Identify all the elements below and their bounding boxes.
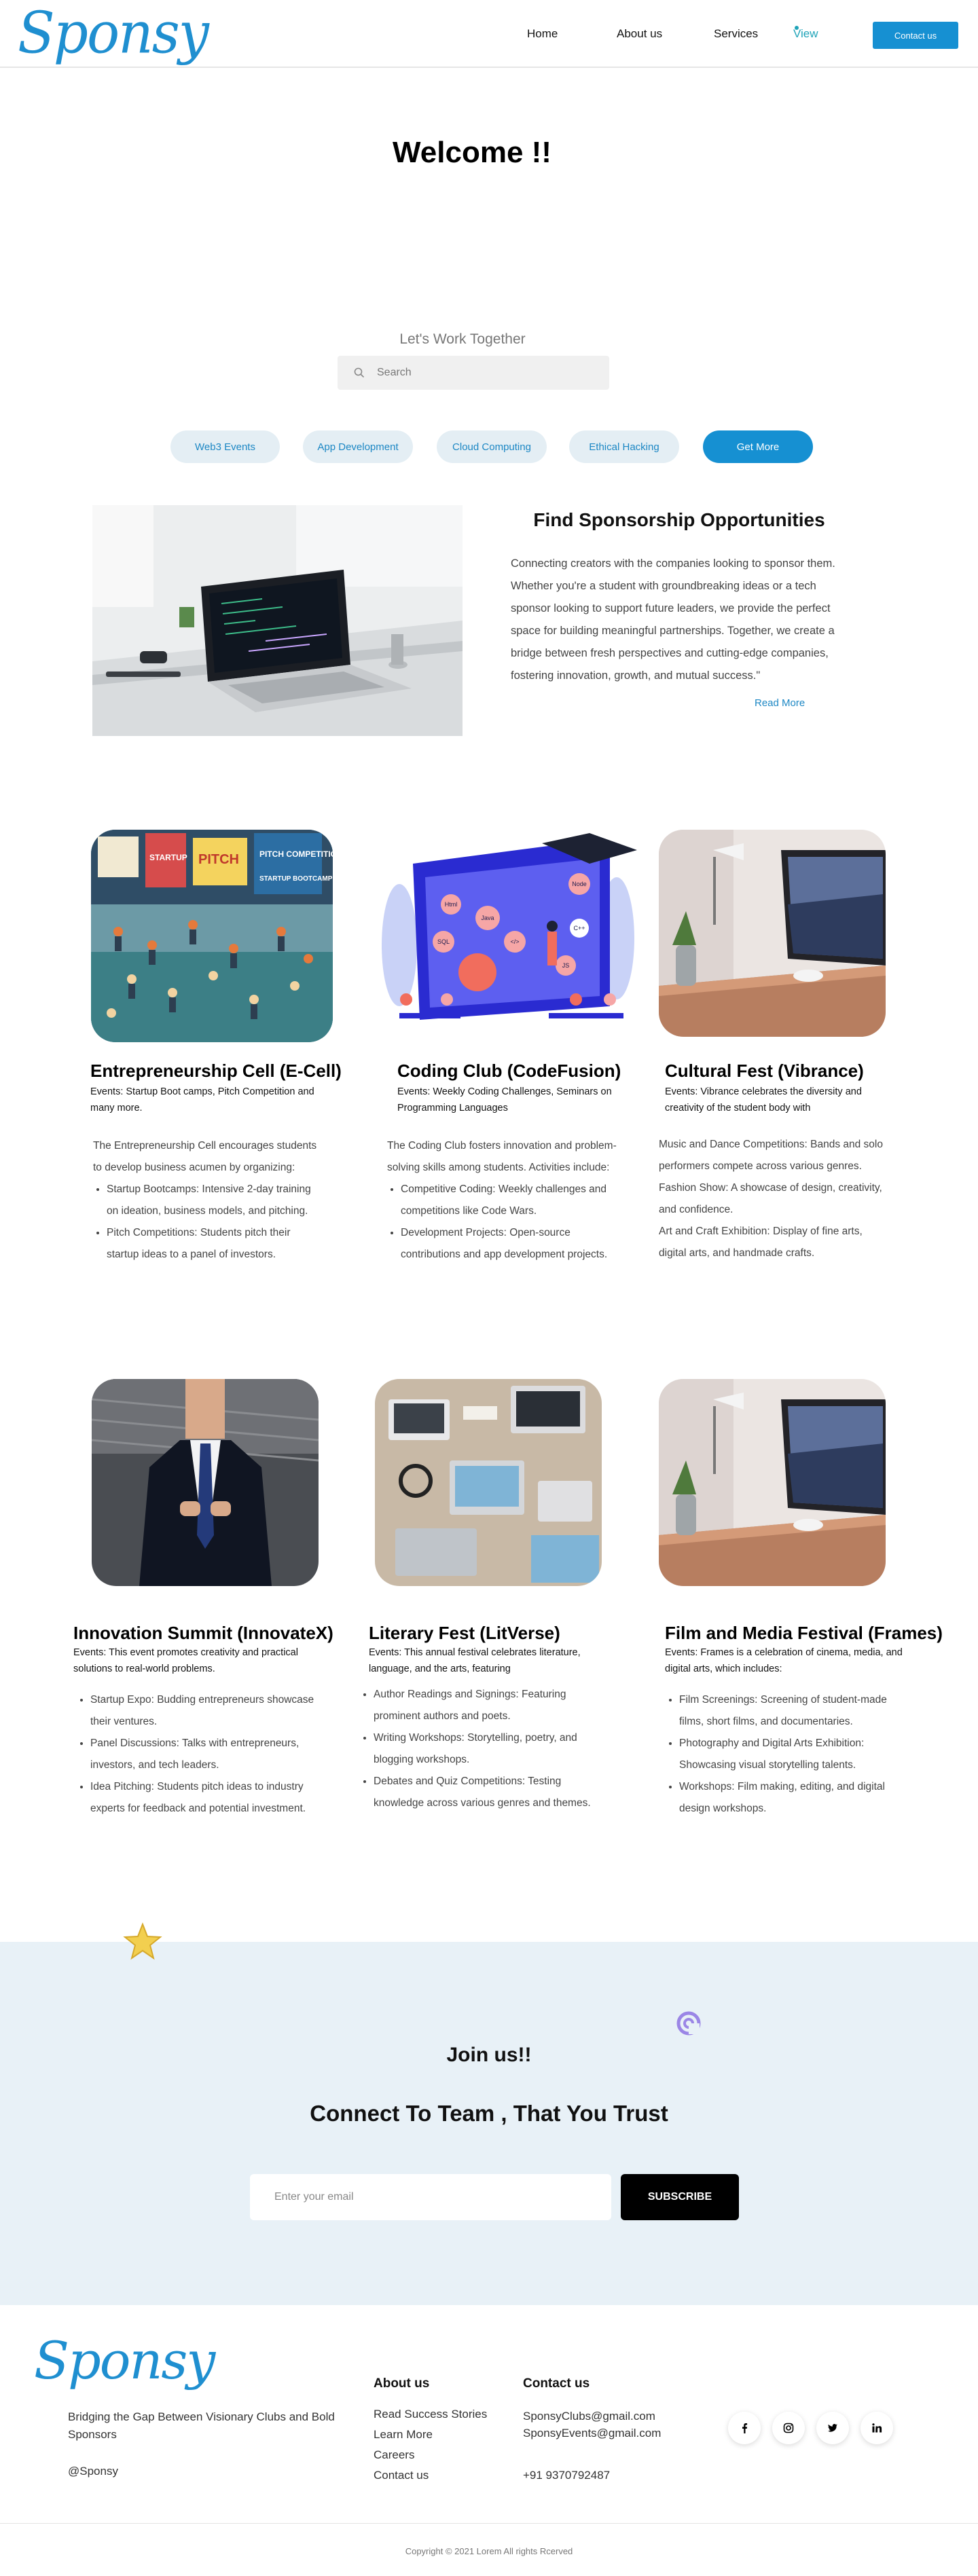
ecell-sign-startup-bootcamp: STARTUP BOOTCAMP — [259, 875, 333, 883]
ecell-sign-startup: STARTUP — [149, 853, 187, 862]
film-bullet-photography: Photography and Digital Arts Exhibition:… — [679, 1733, 903, 1776]
email-input[interactable] — [250, 2174, 611, 2220]
work-together-subtitle: Let's Work Together — [399, 331, 526, 347]
footer-link-learn-more[interactable]: Learn More — [374, 2428, 433, 2442]
coding-bubble-js: JS — [562, 962, 570, 969]
get-more-button[interactable]: Get More — [703, 430, 813, 463]
film-festival-events: Events: Frames is a celebration of cinem… — [665, 1647, 903, 1674]
coding-bubble-cpp: C++ — [573, 925, 585, 932]
copyright: Copyright © 2021 Lorem All rights Rcerve… — [405, 2546, 573, 2556]
cultural-para-music: Music and Dance Competitions: Bands and … — [659, 1139, 883, 1172]
ecell-bullet-bootcamps: Startup Bootcamps: Intensive 2-day train… — [107, 1179, 324, 1222]
film-festival-title: Film and Media Festival (Frames) — [665, 1623, 943, 1643]
coding-club-events: Events: Weekly Coding Challenges, Semina… — [397, 1086, 612, 1114]
nav-about-us[interactable]: About us — [617, 27, 662, 41]
search-input[interactable] — [377, 367, 594, 379]
cultural-fest-title: Cultural Fest (Vibrance) — [665, 1061, 864, 1081]
innovation-summit-image — [92, 1379, 319, 1586]
cultural-fest-description: Music and Dance Competitions: Bands and … — [659, 1134, 883, 1264]
coding-bubble-sql: SQL — [437, 938, 450, 945]
cultural-para-art: Art and Craft Exhibition: Display of fin… — [659, 1226, 863, 1259]
cultural-para-fashion: Fashion Show: A showcase of design, crea… — [659, 1182, 882, 1215]
laptop-desk-image — [92, 505, 463, 736]
site-header: Sponsy Home About us Services View Conta… — [0, 0, 978, 68]
ecell-sign-pitch: PITCH — [198, 852, 239, 867]
coding-club-description: The Coding Club fosters innovation and p… — [387, 1135, 618, 1266]
ecell-sign-pitch-competition: PITCH COMPETITION — [259, 849, 333, 859]
coding-club-intro: The Coding Club fosters innovation and p… — [387, 1140, 617, 1173]
film-festival-description: Film Screenings: Screening of student-ma… — [666, 1689, 903, 1820]
coding-bullet-competitive: Competitive Coding: Weekly challenges an… — [401, 1179, 618, 1222]
literary-fest-image — [375, 1379, 602, 1586]
footer-phone: +91 9370792487 — [523, 2469, 611, 2482]
footer-link-contact-us[interactable]: Contact us — [374, 2469, 429, 2482]
cultural-fest-events: Events: Vibrance celebrates the diversit… — [665, 1086, 862, 1114]
subscribe-button[interactable]: SUBSCRIBE — [621, 2174, 739, 2220]
footer-divider — [0, 2523, 978, 2524]
innovation-bullet-panel: Panel Discussions: Talks with entreprene… — [90, 1733, 335, 1776]
ecell-title: Entrepreneurship Cell (E-Cell) — [90, 1061, 342, 1081]
footer-logo[interactable]: Sponsy — [34, 2330, 215, 2391]
contact-us-button[interactable]: Contact us — [873, 22, 958, 49]
ecell-bullet-pitch: Pitch Competitions: Students pitch their… — [107, 1222, 324, 1266]
innovation-summit-events: Events: This event promotes creativity a… — [73, 1647, 298, 1674]
literary-bullet-workshops: Writing Workshops: Storytelling, poetry,… — [374, 1727, 611, 1771]
ecell-description: The Entrepreneurship Cell encourages stu… — [93, 1135, 324, 1266]
search-icon — [354, 367, 365, 378]
literary-bullet-readings: Author Readings and Signings: Featuring … — [374, 1684, 611, 1727]
page-title: Welcome !! — [393, 136, 551, 169]
footer-tagline: Bridging the Gap Between Visionary Clubs… — [68, 2410, 335, 2441]
logo[interactable]: Sponsy — [18, 1, 209, 66]
ecell-events: Events: Startup Boot camps, Pitch Compet… — [90, 1086, 314, 1114]
category-web3-events[interactable]: Web3 Events — [170, 430, 280, 463]
join-title: Join us!! — [446, 2044, 532, 2066]
ecell-intro: The Entrepreneurship Cell encourages stu… — [93, 1140, 317, 1173]
innovation-summit-title: Innovation Summit (InnovateX) — [73, 1623, 333, 1643]
search-bar[interactable] — [338, 356, 609, 390]
literary-fest-events: Events: This annual festival celebrates … — [369, 1647, 581, 1674]
footer-about-heading: About us — [374, 2376, 430, 2391]
innovation-bullet-expo: Startup Expo: Budding entrepreneurs show… — [90, 1689, 335, 1733]
coding-club-image: Html Java Node SQL C++ JS </> — [372, 830, 638, 1042]
footer-link-success-stories[interactable]: Read Success Stories — [374, 2408, 487, 2421]
innovation-bullet-pitching: Idea Pitching: Students pitch ideas to i… — [90, 1776, 335, 1820]
literary-fest-title: Literary Fest (LitVerse) — [369, 1623, 560, 1643]
ecell-image: STARTUP PITCH PITCH COMPETITION STARTUP … — [91, 830, 333, 1042]
footer-email-clubs[interactable]: SponsyClubs@gmail.com — [523, 2410, 655, 2423]
sponsorship-description: Connecting creators with the companies l… — [511, 557, 835, 682]
nav-view[interactable]: View — [793, 27, 818, 41]
join-subtitle: Connect To Team , That You Trust — [310, 2101, 668, 2126]
footer-email-events[interactable]: SponsyEvents@gmail.com — [523, 2427, 661, 2440]
coding-bubble-node: Node — [572, 881, 587, 887]
literary-fest-description: Author Readings and Signings: Featuring … — [360, 1684, 611, 1814]
nav-home[interactable]: Home — [527, 27, 558, 41]
footer-link-careers[interactable]: Careers — [374, 2448, 414, 2462]
sponsorship-title: Find Sponsorship Opportunities — [533, 509, 825, 530]
footer-handle: @Sponsy — [68, 2465, 118, 2478]
innovation-summit-description: Startup Expo: Budding entrepreneurs show… — [77, 1689, 335, 1820]
coding-bubble-tag: </> — [510, 938, 519, 945]
spiral-icon — [676, 2011, 701, 2036]
coding-bubble-html: Html — [445, 901, 458, 908]
category-cloud-computing[interactable]: Cloud Computing — [437, 430, 547, 463]
coding-bullet-projects: Development Projects: Open-source contri… — [401, 1222, 618, 1266]
twitter-icon[interactable] — [816, 2412, 849, 2444]
cultural-fest-image — [659, 830, 886, 1037]
footer-contact-heading: Contact us — [523, 2376, 590, 2391]
read-more-link[interactable]: Read More — [755, 697, 805, 709]
category-app-development[interactable]: App Development — [303, 430, 413, 463]
instagram-icon[interactable] — [772, 2412, 805, 2444]
category-ethical-hacking[interactable]: Ethical Hacking — [569, 430, 679, 463]
film-bullet-workshops: Workshops: Film making, editing, and dig… — [679, 1776, 903, 1820]
nav-services[interactable]: Services — [714, 27, 758, 41]
facebook-icon[interactable] — [728, 2412, 761, 2444]
literary-bullet-debates: Debates and Quiz Competitions: Testing k… — [374, 1771, 611, 1814]
coding-bubble-java: Java — [481, 915, 494, 921]
coding-club-title: Coding Club (CodeFusion) — [397, 1061, 621, 1081]
film-bullet-screenings: Film Screenings: Screening of student-ma… — [679, 1689, 903, 1733]
linkedin-icon[interactable] — [861, 2412, 893, 2444]
star-icon — [123, 1922, 162, 1960]
film-festival-image — [659, 1379, 886, 1586]
